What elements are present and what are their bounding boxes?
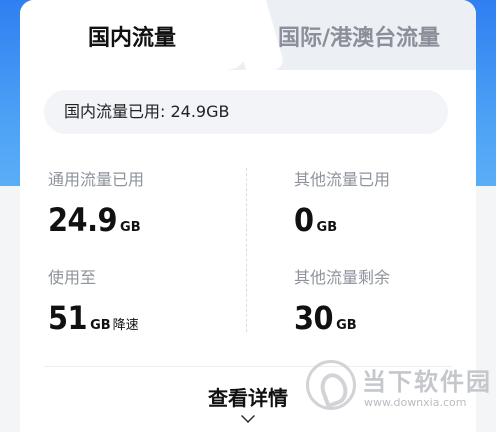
tab-international-label: 国际/港澳台流量 — [278, 26, 441, 51]
stat-label: 通用流量已用 — [48, 170, 145, 189]
chevron-down-icon — [241, 409, 255, 423]
summary-text: 国内流量已用: 24.9GB — [64, 102, 230, 121]
stat-unit: GB — [90, 318, 111, 333]
stat-label: 使用至 — [48, 268, 97, 287]
stat-unit: GB — [316, 220, 338, 235]
watermark-url: www.downxia.com — [364, 396, 467, 409]
stat-throttle-at: 使用至 51 GB 降速 — [48, 264, 139, 334]
watermark-logo-icon — [306, 360, 356, 410]
stat-value: 0 — [294, 201, 314, 239]
stat-label: 其他流量剩余 — [294, 268, 391, 287]
stat-value: 51 — [48, 299, 88, 337]
tab-bar: 国际/港澳台流量 国内流量 — [20, 0, 476, 70]
watermark: 当下软件园 www.downxia.com — [306, 356, 492, 416]
stat-other-remaining: 其他流量剩余 30 GB — [294, 264, 390, 334]
stat-unit: GB — [120, 220, 141, 235]
stat-value: 24.9 — [48, 201, 118, 239]
tab-domestic[interactable]: 国内流量 — [20, 0, 287, 70]
domestic-usage-summary: 国内流量已用: 24.9GB — [44, 90, 448, 134]
column-divider — [246, 168, 247, 332]
stat-label: 其他流量已用 — [294, 170, 391, 189]
stat-unit: GB — [336, 318, 357, 333]
watermark-title: 当下软件园 — [362, 368, 492, 396]
stat-suffix: 降速 — [112, 318, 139, 333]
stat-general-used: 通用流量已用 24.9 GB — [48, 166, 144, 236]
stat-other-used: 其他流量已用 0 GB — [294, 166, 390, 236]
tab-domestic-label: 国内流量 — [88, 26, 177, 51]
stat-value: 30 — [294, 299, 334, 337]
